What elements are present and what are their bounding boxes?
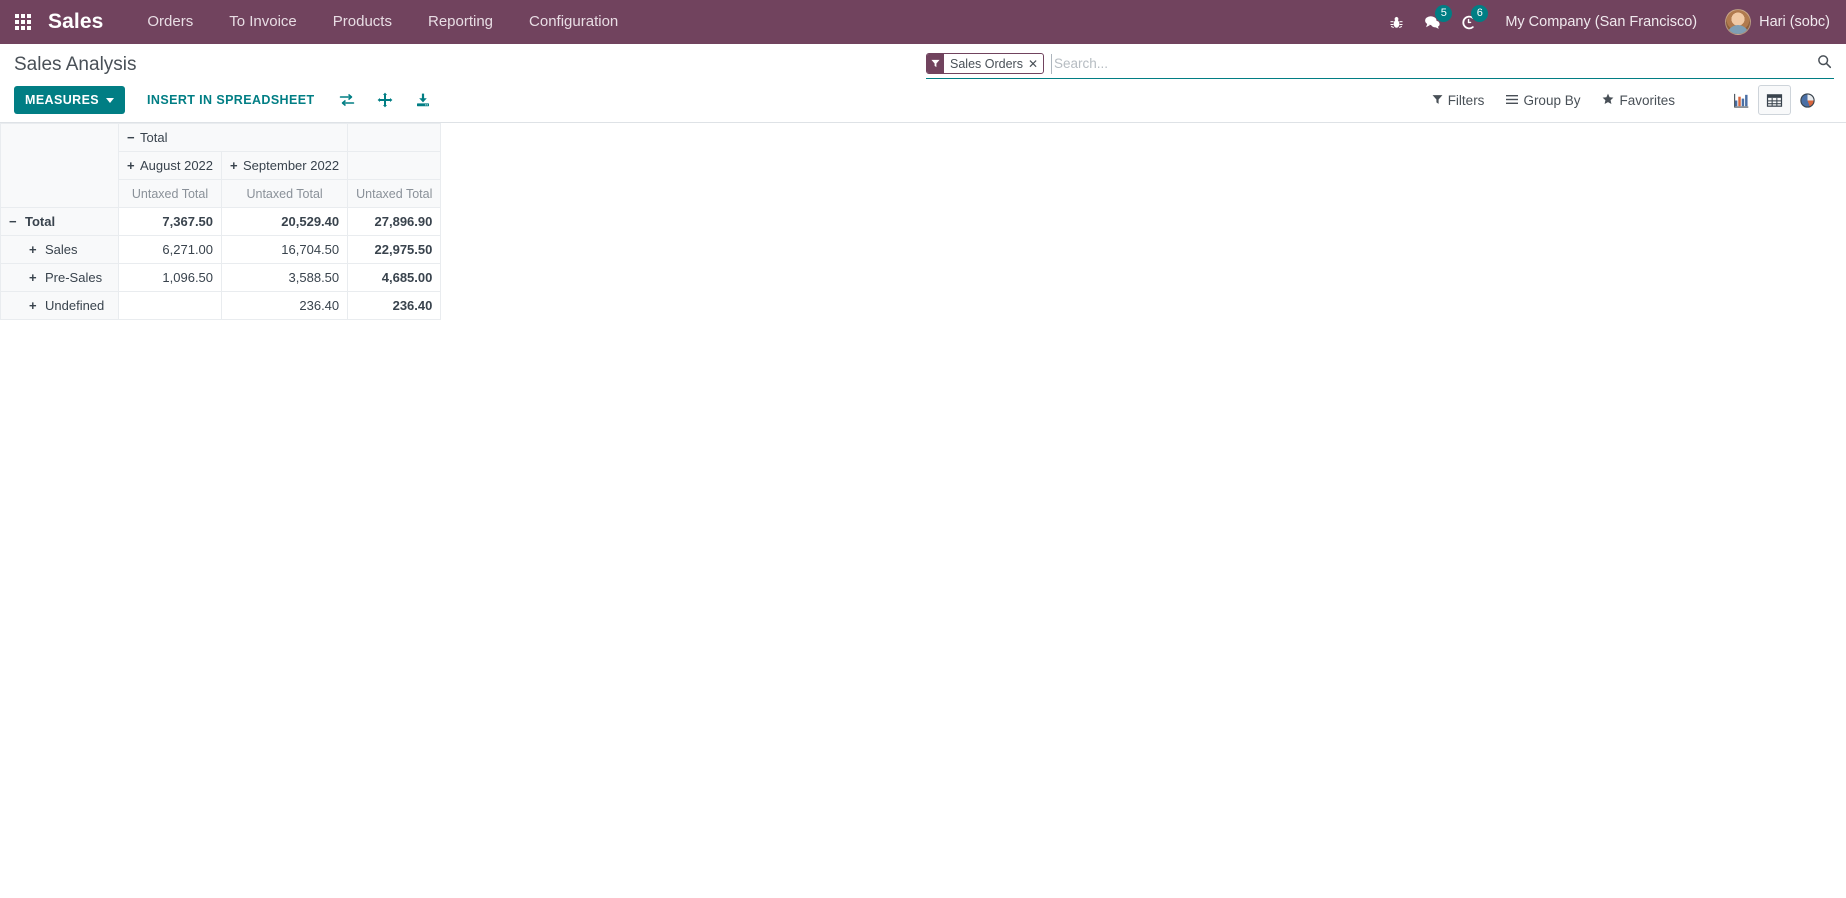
expand-toggle: + (127, 158, 135, 173)
messages-counter-badge: 5 (1435, 5, 1453, 22)
table-row: + Pre-Sales 1,096.50 3,588.50 4,685.00 (0, 263, 442, 292)
group-by-menu[interactable]: Group By (1506, 93, 1580, 108)
pivot-measure-header[interactable]: Untaxed Total (117, 179, 223, 208)
menu-item-orders[interactable]: Orders (129, 0, 211, 44)
pivot-col-september-2022[interactable]: + September 2022 (221, 151, 349, 180)
pivot-row-total-label: Total (25, 214, 56, 229)
pivot-row-sales[interactable]: + Sales (0, 235, 119, 264)
pivot-measure-header-total[interactable]: Untaxed Total (347, 179, 442, 208)
pivot-table-body: − Total 7,367.50 20,529.40 27,896.90 + Sal… (0, 207, 442, 320)
pivot-header-row-group: − Total (0, 123, 442, 208)
control-panel-bottom-row: MEASURES INSERT IN SPREADSHEET Filters G… (0, 79, 1846, 122)
control-panel-top-row: Sales Analysis Sales Orders ✕ (0, 44, 1846, 79)
page-title: Sales Analysis (14, 54, 137, 75)
control-panel: Sales Analysis Sales Orders ✕ Search... … (0, 44, 1846, 123)
pivot-cell-value[interactable]: 20,529.40 (221, 207, 349, 236)
messages-menu[interactable]: 5 (1417, 5, 1453, 37)
chevron-down-icon (106, 97, 115, 103)
pivot-row-pre-sales-label: Pre-Sales (45, 270, 103, 285)
star-icon (1602, 93, 1614, 108)
table-row: − Total 7,367.50 20,529.40 27,896.90 (0, 207, 442, 236)
flip-axis-icon[interactable] (331, 88, 363, 112)
apps-grid-icon[interactable] (6, 5, 40, 39)
menu-item-reporting[interactable]: Reporting (410, 0, 511, 44)
favorites-menu-label: Favorites (1619, 92, 1675, 108)
pivot-cell-total[interactable]: 22,975.50 (347, 235, 442, 264)
group-bars-icon (1506, 93, 1519, 108)
pivot-header-spacer (347, 151, 442, 180)
expand-all-icon[interactable] (369, 88, 401, 112)
close-icon[interactable]: ✕ (1028, 54, 1043, 73)
pivot-cell-value-empty[interactable] (117, 291, 223, 320)
collapse-toggle: − (9, 214, 17, 229)
insert-in-spreadsheet-button[interactable]: INSERT IN SPREADSHEET (137, 86, 324, 114)
search-dropdown-menus: Filters Group By Favorites (1432, 85, 1834, 115)
table-row: + Undefined 236.40 236.40 (0, 291, 442, 320)
collapse-toggle: − (127, 130, 135, 145)
view-switcher-pivot[interactable] (1758, 85, 1791, 115)
table-row: + Sales 6,271.00 16,704.50 22,975.50 (0, 235, 442, 264)
avatar (1725, 9, 1752, 35)
pivot-col-august-2022[interactable]: + August 2022 (117, 151, 223, 180)
main-menu: Orders To Invoice Products Reporting Con… (129, 0, 636, 44)
menu-item-products[interactable]: Products (315, 0, 410, 44)
activities-menu[interactable]: 6 (1453, 5, 1489, 37)
pivot-col-august-2022-label: August 2022 (140, 158, 214, 173)
pivot-view-content: − Total + August 2022 + September 2022 Unta… (0, 123, 1846, 898)
activities-counter-badge: 6 (1471, 5, 1489, 22)
search-icon[interactable] (1817, 54, 1832, 69)
filter-funnel-icon (927, 54, 944, 73)
search-facet-label: Sales Orders (950, 56, 1023, 71)
pivot-measure-header[interactable]: Untaxed Total (221, 179, 349, 208)
pivot-table-header: − Total + August 2022 + September 2022 Unta… (0, 123, 442, 208)
pivot-corner-cell (0, 123, 119, 208)
search-facet-sales-orders[interactable]: Sales Orders ✕ (926, 53, 1045, 74)
pivot-cell-value[interactable]: 7,367.50 (117, 207, 223, 236)
expand-toggle: + (29, 270, 37, 285)
view-switcher (1725, 85, 1824, 115)
pivot-table: − Total + August 2022 + September 2022 Unta… (0, 123, 442, 320)
user-name-label: Hari (sobc) (1759, 14, 1830, 30)
pivot-cell-total[interactable]: 236.40 (347, 291, 442, 320)
menu-item-to-invoice[interactable]: To Invoice (211, 0, 315, 44)
pivot-header-spacer (347, 123, 442, 152)
filters-menu[interactable]: Filters (1432, 92, 1485, 108)
group-by-menu-label: Group By (1523, 92, 1581, 108)
menu-item-configuration[interactable]: Configuration (511, 0, 636, 44)
pivot-row-total[interactable]: − Total (0, 207, 119, 236)
pivot-cell-value[interactable]: 236.40 (221, 291, 349, 320)
pivot-row-pre-sales[interactable]: + Pre-Sales (0, 263, 119, 292)
view-switcher-cohort[interactable] (1791, 85, 1824, 115)
filters-menu-label: Filters (1447, 92, 1485, 108)
search-input[interactable] (1051, 53, 1834, 74)
user-menu[interactable]: Hari (sobc) (1725, 9, 1830, 35)
pivot-col-group-total-label: Total (140, 130, 168, 145)
top-navbar: Sales Orders To Invoice Products Reporti… (0, 0, 1846, 44)
app-brand-sales[interactable]: Sales (48, 10, 103, 34)
company-switcher[interactable]: My Company (San Francisco) (1505, 14, 1697, 30)
pivot-cell-total[interactable]: 27,896.90 (347, 207, 442, 236)
filter-funnel-icon (1432, 93, 1443, 108)
pivot-row-undefined[interactable]: + Undefined (0, 291, 119, 320)
expand-toggle: + (230, 158, 238, 173)
pivot-col-group-total[interactable]: − Total (117, 123, 349, 152)
pivot-cell-value[interactable]: 3,588.50 (221, 263, 349, 292)
pivot-cell-value[interactable]: 1,096.50 (117, 263, 223, 292)
search-bar[interactable]: Sales Orders ✕ (926, 52, 1834, 79)
measures-button[interactable]: MEASURES (14, 86, 126, 114)
measures-button-label: MEASURES (25, 93, 100, 107)
bug-icon[interactable] (1381, 7, 1411, 37)
systray: 5 6 My Company (San Francisco) Hari (sob… (1381, 5, 1834, 37)
view-switcher-graph[interactable] (1725, 85, 1758, 115)
pivot-cell-value[interactable]: 6,271.00 (117, 235, 223, 264)
expand-toggle: + (29, 298, 37, 313)
expand-toggle: + (29, 242, 37, 257)
pivot-cell-total[interactable]: 4,685.00 (347, 263, 442, 292)
pivot-row-undefined-label: Undefined (45, 298, 105, 313)
pivot-row-sales-label: Sales (45, 242, 78, 257)
pivot-cell-value[interactable]: 16,704.50 (221, 235, 349, 264)
download-xlsx-icon[interactable] (407, 88, 439, 112)
favorites-menu[interactable]: Favorites (1602, 93, 1675, 108)
pivot-col-september-2022-label: September 2022 (243, 158, 340, 173)
